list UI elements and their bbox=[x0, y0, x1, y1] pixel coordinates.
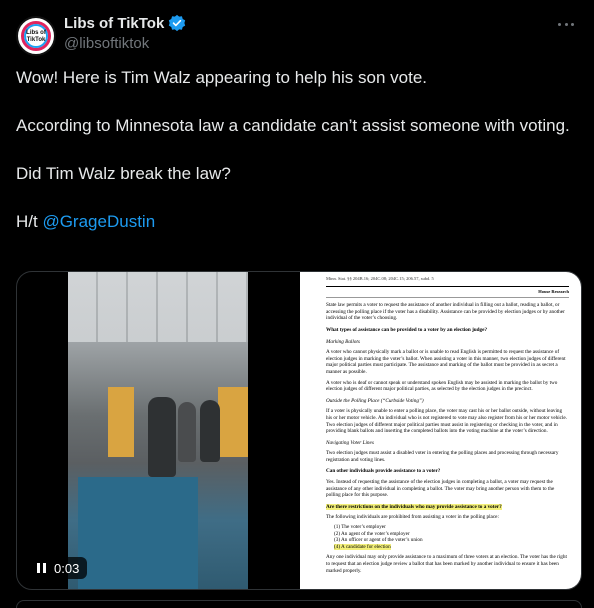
document-citation: Minn. Stat. §§ 204B.16; 204C.08; 204C.15… bbox=[326, 276, 569, 287]
next-card-edge bbox=[16, 600, 582, 608]
user-handle[interactable]: @libsoftiktok bbox=[64, 35, 186, 52]
avatar-logo-text: Libs of TikTok bbox=[26, 30, 46, 43]
person-figure bbox=[148, 397, 176, 477]
document-paragraph-6: The following individuals are prohibited… bbox=[326, 514, 499, 521]
hat-tip-prefix: H/t bbox=[16, 212, 43, 231]
document-image[interactable]: Minn. Stat. §§ 204B.16; 204C.08; 204C.15… bbox=[300, 272, 581, 589]
document-question-2: Can other individuals provide assistance… bbox=[326, 468, 441, 475]
media-container[interactable]: 0:03 Minn. Stat. §§ 204B.16; 204C.08; 20… bbox=[16, 271, 582, 590]
person-figure bbox=[200, 400, 220, 462]
list-item: (1) The voter’s employer bbox=[334, 524, 386, 531]
document-paragraph-7: Any one individual may only provide assi… bbox=[326, 554, 567, 574]
highlighted-list-item: (4) A candidate for election bbox=[334, 543, 391, 550]
document-question-1: What types of assistance can be provided… bbox=[326, 326, 488, 333]
document-section-label: House Research bbox=[326, 289, 569, 299]
video-playback-control[interactable]: 0:03 bbox=[29, 557, 88, 579]
document-heading-2: Outside the Polling Place (“Curbside Vot… bbox=[326, 397, 424, 404]
video-timestamp: 0:03 bbox=[54, 560, 80, 576]
list-item: (3) An officer or agent of the voter’s u… bbox=[334, 537, 423, 544]
tweet-line-1: Wow! Here is Tim Walz appearing to help … bbox=[16, 68, 428, 87]
tweet-text: Wow! Here is Tim Walz appearing to help … bbox=[16, 66, 576, 234]
document-paragraph-3: If a voter is physically unable to enter… bbox=[326, 408, 568, 435]
person-figure bbox=[178, 402, 196, 462]
avatar[interactable]: Libs of TikTok bbox=[16, 16, 56, 56]
document-intro: State law permits a voter to request the… bbox=[326, 302, 565, 322]
voting-booth bbox=[108, 387, 134, 457]
document-question-3: Are there restrictions on the individual… bbox=[326, 503, 569, 511]
tweet-line-3: Did Tim Walz break the law? bbox=[16, 164, 231, 183]
voting-booth bbox=[218, 387, 248, 457]
document-paragraph-5: Yes. Instead of requesting the assistanc… bbox=[326, 479, 555, 499]
video-player[interactable] bbox=[68, 272, 248, 589]
name-row: Libs of TikTok bbox=[64, 14, 186, 32]
tweet-header: Libs of TikTok Libs of TikTok @libsoftik… bbox=[16, 12, 582, 60]
prohibited-list: (1) The voter’s employer (2) An agent of… bbox=[334, 524, 569, 550]
document-heading-1: Marking Ballots bbox=[326, 338, 360, 345]
more-options-icon[interactable] bbox=[554, 14, 578, 34]
document-heading-3: Navigating Voter Lines bbox=[326, 439, 374, 446]
mention-link[interactable]: @GrageDustin bbox=[42, 212, 155, 231]
list-item: (4) A candidate for election bbox=[334, 543, 569, 551]
ballot-box bbox=[78, 477, 198, 589]
document-paragraph-4: Two election judges must assist a disabl… bbox=[326, 450, 559, 463]
highlighted-question: Are there restrictions on the individual… bbox=[326, 503, 502, 510]
tweet-line-4: H/t @GrageDustin bbox=[16, 210, 576, 234]
document-paragraph-2: A voter who is deaf or cannot speak or u… bbox=[326, 379, 558, 393]
verified-badge-icon[interactable] bbox=[168, 14, 186, 32]
display-name[interactable]: Libs of TikTok bbox=[64, 15, 164, 32]
video-ceiling bbox=[68, 272, 248, 342]
document-paragraph-1: A voter who cannot physically mark a bal… bbox=[326, 349, 566, 375]
author-info: Libs of TikTok @libsoftiktok bbox=[64, 14, 186, 52]
tweet-line-2: According to Minnesota law a candidate c… bbox=[16, 116, 570, 135]
pause-icon[interactable] bbox=[37, 563, 46, 573]
expand-icon[interactable] bbox=[569, 575, 579, 585]
